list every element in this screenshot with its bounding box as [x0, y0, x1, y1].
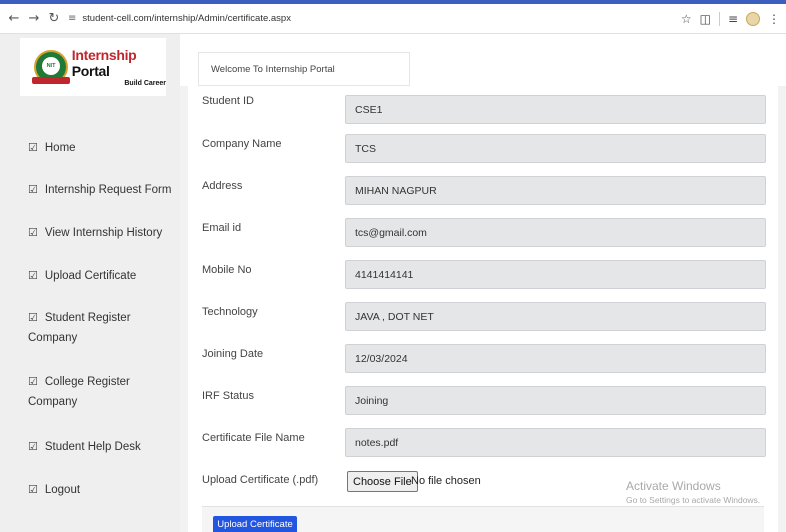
logo-subtitle: Build Career	[124, 80, 166, 87]
bookmark-star-icon[interactable]: ☆	[681, 12, 692, 26]
checkbox-icon: ☑	[28, 311, 38, 324]
sidebar-item-internship-request-form[interactable]: ☑ Internship Request Form	[28, 180, 178, 200]
checkbox-icon: ☑	[28, 226, 38, 239]
url-text[interactable]: student-cell.com/internship/Admin/certif…	[82, 13, 291, 24]
company-name-field[interactable]: TCS	[345, 134, 766, 163]
logo-title: Internship Portal	[71, 47, 137, 79]
sidebar-item-view-internship-history[interactable]: ☑ View Internship History	[28, 223, 178, 243]
upload-certificate-button[interactable]: Upload Certificate	[213, 516, 297, 532]
irf-status-field[interactable]: Joining	[345, 386, 766, 415]
browser-toolbar: ← → ↻ ≡ student-cell.com/internship/Admi…	[0, 0, 786, 34]
company-name-label: Company Name	[202, 138, 282, 150]
checkbox-icon: ☑	[28, 375, 38, 388]
checkbox-icon: ☑	[28, 483, 38, 496]
technology-field[interactable]: JAVA , DOT NET	[345, 302, 766, 331]
toolbar-divider	[718, 11, 720, 26]
watermark-title: Activate Windows	[626, 479, 721, 493]
certificate-file-name-field[interactable]: notes.pdf	[345, 428, 766, 457]
email-label: Email id	[202, 222, 242, 234]
extensions-icon[interactable]: ◫	[700, 12, 711, 26]
reload-icon[interactable]: ↻	[44, 9, 64, 29]
sidebar-item-student-register-company[interactable]: ☑ Student Register Company	[28, 308, 168, 348]
address-field[interactable]: MIHAN NAGPUR	[345, 176, 766, 205]
student-id-label: Student ID	[202, 95, 254, 107]
upload-certificate-label: Upload Certificate (.pdf)	[202, 474, 319, 486]
checkbox-icon: ☑	[28, 183, 38, 196]
mobile-label: Mobile No	[202, 264, 252, 276]
no-file-chosen-text: No file chosen	[411, 475, 481, 487]
mobile-field[interactable]: 4141414141	[345, 260, 766, 289]
checkbox-icon: ☑	[28, 269, 38, 282]
reading-list-icon[interactable]: ≡	[728, 12, 738, 26]
address-label: Address	[202, 180, 243, 192]
joining-date-label: Joining Date	[202, 348, 264, 360]
checkbox-icon: ☑	[28, 440, 38, 453]
forward-arrow-icon[interactable]: →	[24, 9, 44, 29]
profile-avatar-icon[interactable]	[746, 11, 760, 26]
choose-file-button[interactable]: Choose File	[347, 471, 418, 492]
activate-windows-watermark: Activate Windows Go to Settings to activ…	[626, 479, 760, 505]
student-id-field[interactable]: CSE1	[345, 95, 766, 124]
portal-logo[interactable]: NIT Internship Portal Build Career	[20, 38, 166, 96]
email-field[interactable]: tcs@gmail.com	[345, 218, 766, 247]
sidebar: NIT Internship Portal Build Career ☑ Home…	[0, 34, 180, 532]
certificate-file-name-label: Certificate File Name	[202, 432, 305, 444]
watermark-subtitle: Go to Settings to activate Windows.	[626, 495, 761, 505]
joining-date-field[interactable]: 12/03/2024	[345, 344, 766, 373]
sidebar-item-college-register-company[interactable]: ☑ College Register Company	[28, 372, 168, 412]
sidebar-item-logout[interactable]: ☑ Logout	[28, 480, 178, 500]
address-bar[interactable]: ≡ student-cell.com/internship/Admin/cert…	[68, 13, 291, 24]
site-settings-icon[interactable]: ≡	[68, 13, 76, 24]
technology-label: Technology	[202, 306, 258, 318]
checkbox-icon: ☑	[28, 141, 38, 154]
sidebar-item-student-help-desk[interactable]: ☑ Student Help Desk	[28, 437, 178, 457]
sidebar-item-home[interactable]: ☑ Home	[28, 138, 178, 158]
sidebar-item-upload-certificate[interactable]: ☑ Upload Certificate	[28, 266, 178, 286]
irf-status-label: IRF Status	[202, 390, 254, 402]
back-arrow-icon[interactable]: ←	[4, 9, 24, 29]
menu-dots-icon[interactable]: ⋮	[768, 12, 780, 26]
welcome-banner: Welcome To Internship Portal	[198, 52, 410, 86]
college-emblem-icon: NIT	[32, 47, 70, 87]
